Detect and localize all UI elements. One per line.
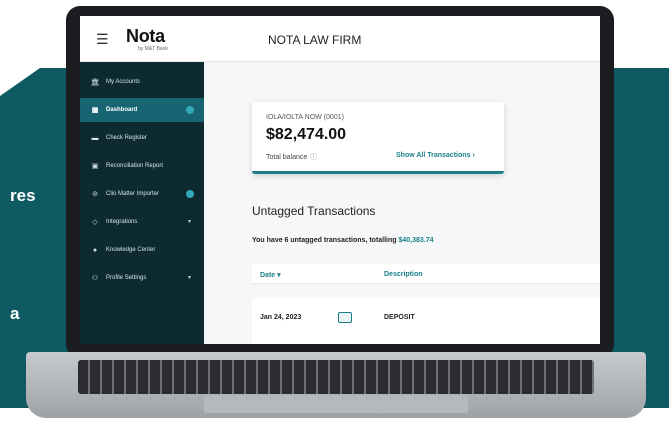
integrations-icon: ◇ — [92, 219, 98, 226]
row-description: DEPOSIT — [384, 314, 415, 321]
sidebar-item-label: Profile Settings — [106, 275, 147, 281]
untagged-summary: You have 6 untagged transactions, totall… — [252, 237, 600, 257]
notification-badge — [186, 106, 194, 114]
import-icon: ⊘ — [92, 191, 98, 198]
hamburger-icon[interactable]: ☰ — [96, 32, 109, 46]
sidebar: 🏛 My Accounts ▦ Dashboard ▬ Check Regist… — [80, 62, 204, 344]
description-column-header[interactable]: Description — [384, 271, 423, 278]
sidebar-item-label: My Accounts — [106, 79, 141, 85]
date-column-header[interactable]: Date ▾ — [260, 271, 281, 279]
sort-down-icon: ▾ — [277, 272, 281, 279]
firm-name: NOTA LAW FIRM — [268, 33, 362, 47]
summary-amount: $40,383.74 — [398, 237, 434, 244]
sidebar-item-label: Integrations — [106, 219, 138, 225]
users-icon: ⚇ — [91, 275, 99, 282]
show-all-transactions-link[interactable]: Show All Transactions › — [396, 152, 475, 159]
dashboard-icon: ▦ — [91, 107, 99, 114]
sidebar-item-check-register[interactable]: ▬ Check Register — [80, 126, 204, 150]
summary-text: You have 6 untagged transactions, totall… — [252, 237, 397, 244]
background-text-2: a — [10, 304, 20, 323]
account-name: IOLA/IOLTA NOW (0001) — [266, 114, 344, 121]
chevron-down-icon: ▾ — [188, 275, 192, 281]
sidebar-item-label: Dashboard — [106, 107, 138, 113]
chevron-down-icon: ▾ — [188, 219, 192, 225]
laptop-screen: ☰ Nota by M&T Bank NOTA LAW FIRM 🏛 My Ac… — [80, 16, 600, 344]
sidebar-item-integrations[interactable]: ◇ Integrations ▾ — [80, 210, 204, 234]
sidebar-item-label: Clio Matter Importer — [106, 191, 160, 197]
sidebar-item-knowledge-center[interactable]: ● Knowledge Center — [80, 238, 204, 262]
section-title: Untagged Transactions — [252, 204, 376, 218]
logo-subtitle: by M&T Bank — [138, 46, 168, 52]
info-icon[interactable]: ⓘ — [310, 152, 317, 162]
row-date: Jan 24, 2023 — [260, 314, 302, 321]
chevron-right-icon: › — [472, 152, 475, 159]
table-row[interactable]: Jan 24, 2023 DEPOSIT — [252, 298, 600, 344]
deposit-icon[interactable] — [338, 312, 352, 323]
bank-icon: 🏛 — [90, 79, 100, 86]
register-icon: ▬ — [91, 134, 99, 142]
laptop-trackpad — [204, 395, 468, 413]
nota-logo[interactable]: Nota — [126, 26, 165, 47]
background-text-1: res — [10, 186, 36, 205]
sidebar-item-label: Check Register — [106, 135, 148, 141]
table-header: Date ▾ Description — [252, 264, 600, 284]
sidebar-item-dashboard[interactable]: ▦ Dashboard — [80, 98, 204, 122]
sidebar-item-reconciliation-report[interactable]: ▣ Reconciliation Report — [80, 154, 204, 178]
bulb-icon: ● — [92, 246, 98, 254]
sidebar-item-label: Reconciliation Report — [106, 163, 164, 169]
sidebar-item-clio-matter-importer[interactable]: ⊘ Clio Matter Importer — [80, 182, 204, 206]
balance-card: IOLA/IOLTA NOW (0001) $82,474.00 Total b… — [252, 102, 504, 174]
sidebar-item-profile-settings[interactable]: ⚇ Profile Settings ▾ — [80, 266, 204, 290]
laptop-keyboard — [78, 360, 594, 394]
show-all-label: Show All Transactions — [396, 152, 471, 159]
report-icon: ▣ — [91, 163, 99, 170]
account-balance: $82,474.00 — [266, 126, 347, 143]
notification-badge — [186, 190, 194, 198]
main-content: IOLA/IOLTA NOW (0001) $82,474.00 Total b… — [204, 62, 600, 344]
total-balance-text: Total balance — [266, 154, 308, 161]
sidebar-item-my-accounts[interactable]: 🏛 My Accounts — [80, 70, 204, 94]
top-bar: ☰ Nota by M&T Bank NOTA LAW FIRM — [80, 16, 600, 62]
sidebar-item-label: Knowledge Center — [106, 247, 156, 253]
total-balance-label: Total balance ⓘ — [266, 152, 317, 162]
date-header-label: Date — [260, 272, 276, 279]
